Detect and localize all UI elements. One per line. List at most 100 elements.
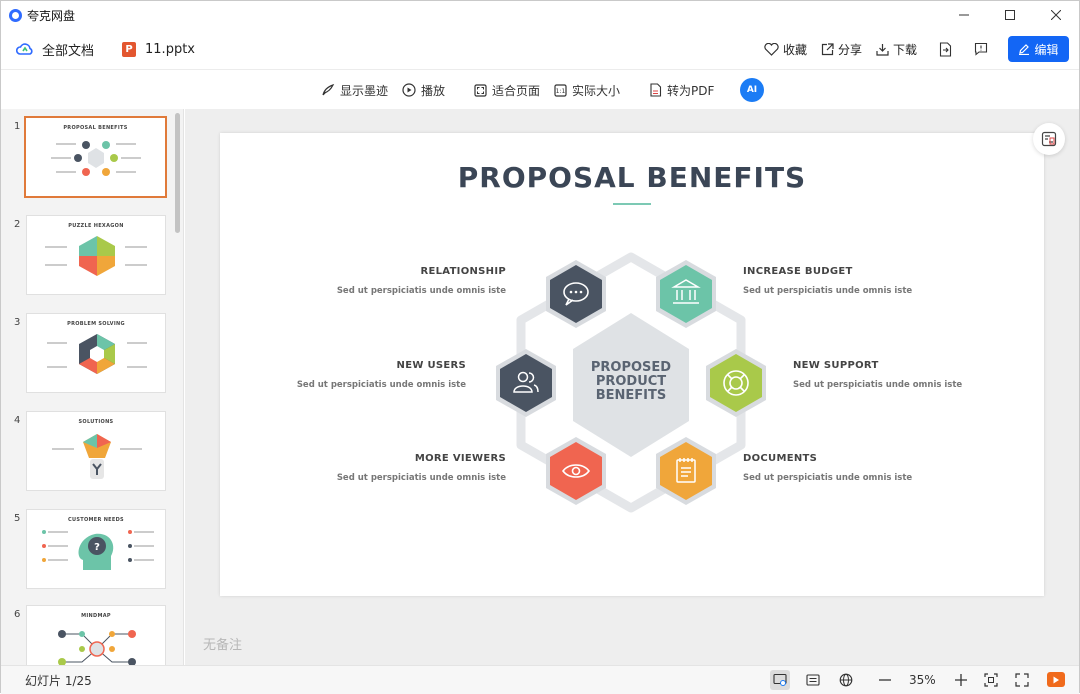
edit-button[interactable]: 编辑	[1008, 36, 1069, 62]
thumbnail-image[interactable]: PROBLEM SOLVING	[26, 313, 166, 393]
speaker-notes[interactable]: 无备注	[203, 634, 242, 653]
documents-desc: Sed ut perspiciatis unde omnis iste	[743, 473, 913, 483]
thumbnail-item[interactable]: 4 SOLUTIONS	[1, 411, 176, 495]
svg-text:?: ?	[94, 542, 100, 553]
fullscreen-button[interactable]	[1012, 670, 1032, 690]
sidebar-scrollbar[interactable]	[175, 113, 180, 233]
fit-page-icon	[474, 83, 487, 97]
ink-pen-icon	[322, 83, 335, 96]
fullscreen-icon	[1015, 673, 1029, 687]
maximize-icon	[1005, 10, 1015, 20]
favorite-label: 收藏	[782, 42, 807, 57]
notes-icon	[806, 674, 820, 686]
relationship-desc: Sed ut perspiciatis unde omnis iste	[336, 286, 506, 296]
maximize-button[interactable]	[987, 1, 1033, 29]
more-viewers-title: MORE VIEWERS	[414, 453, 506, 464]
play-button[interactable]: 播放	[402, 70, 445, 110]
new-support-title: NEW SUPPORT	[793, 360, 879, 371]
ai-assistant-button[interactable]: AI	[740, 78, 764, 102]
thumbnail-item[interactable]: 1 PROPOSAL BENEFITS	[1, 116, 176, 201]
thumbnail-graphic	[51, 141, 141, 176]
slideshow-button[interactable]	[1047, 672, 1065, 687]
window-controls	[941, 1, 1079, 29]
slide-counter: 幻灯片 1/25	[25, 674, 92, 688]
thumbnail-item[interactable]: 3 PROBLEM SOLVING	[1, 313, 176, 397]
notes-view-button[interactable]	[803, 670, 823, 690]
zoom-level[interactable]: 35%	[909, 673, 936, 687]
fit-page-label: 适合页面	[492, 83, 541, 98]
zoom-in-button[interactable]	[951, 670, 971, 690]
web-view-button[interactable]	[836, 670, 856, 690]
center-text-line1: PROPOSED	[591, 360, 671, 375]
translate-icon	[1041, 131, 1057, 147]
fit-window-button[interactable]	[981, 670, 1001, 690]
download-icon	[876, 43, 889, 56]
thumbnail-item[interactable]: 5 CUSTOMER NEEDS ?	[1, 509, 176, 593]
all-documents-link[interactable]: 全部文档	[16, 40, 94, 59]
increase-budget-title: INCREASE BUDGET	[743, 266, 853, 277]
minimize-button[interactable]	[941, 1, 987, 29]
all-documents-label: 全部文档	[42, 43, 95, 59]
thumbnail-graphic: ?	[42, 530, 154, 570]
favorite-button[interactable]: 收藏	[764, 41, 807, 58]
title-bar: 夸克网盘	[1, 1, 1079, 29]
export-file-icon	[939, 41, 952, 57]
pptx-file-icon: P	[122, 41, 137, 57]
convert-pdf-button[interactable]: 转为PDF	[649, 70, 714, 110]
plus-icon	[955, 674, 967, 686]
close-button[interactable]	[1033, 1, 1079, 29]
feedback-button[interactable]	[974, 42, 988, 56]
play-label: 播放	[421, 83, 446, 98]
download-label: 下载	[892, 42, 917, 57]
thumbnail-number: 3	[14, 317, 21, 328]
cloud-icon	[16, 43, 33, 55]
normal-view-button[interactable]	[770, 670, 790, 690]
new-users-title: NEW USERS	[396, 360, 466, 371]
status-bar: 幻灯片 1/25 35%	[1, 665, 1079, 694]
thumbnail-image[interactable]: PROPOSAL BENEFITS	[24, 116, 167, 198]
thumbnail-image[interactable]: CUSTOMER NEEDS ?	[26, 509, 166, 589]
app-window: 夸克网盘 全部文档 P 11.pptx 收藏 分享 下载 编辑 显示墨迹 播放 …	[0, 0, 1080, 694]
slide-thumbnails-panel: 1 PROPOSAL BENEFITS 2 PUZZLE HEXAGON 3 P…	[1, 109, 184, 665]
show-ink-button[interactable]: 显示墨迹	[321, 70, 388, 110]
export-button[interactable]	[939, 41, 952, 57]
new-users-desc: Sed ut perspiciatis unde omnis iste	[296, 380, 466, 390]
fit-page-button[interactable]: 适合页面	[474, 70, 540, 110]
thumbnail-image[interactable]: MINDMAP	[26, 605, 166, 665]
more-viewers-desc: Sed ut perspiciatis unde omnis iste	[336, 473, 506, 483]
header-actions: 收藏 分享 下载 编辑	[750, 29, 1069, 69]
viewer-toolbar: 显示墨迹 播放 适合页面 1:1 实际大小 转为PDF AI	[1, 69, 1079, 109]
minimize-icon	[959, 14, 969, 16]
relationship-title: RELATIONSHIP	[420, 266, 506, 277]
heart-icon	[764, 42, 779, 56]
file-tab[interactable]: P 11.pptx	[122, 41, 195, 57]
share-icon	[821, 42, 834, 55]
edit-label: 编辑	[1034, 42, 1059, 57]
current-slide[interactable]: PROPOSAL BENEFITS PROPOSED PRODUCT BENEF…	[220, 133, 1044, 596]
pencil-icon	[1019, 44, 1030, 55]
app-title: 夸克网盘	[27, 8, 76, 23]
actual-size-icon: 1:1	[554, 83, 567, 97]
slide-view-icon	[773, 673, 787, 686]
thumbnail-graphic	[52, 434, 142, 479]
actual-size-button[interactable]: 1:1 实际大小	[554, 70, 620, 110]
thumbnail-number: 4	[14, 415, 21, 426]
zoom-out-button[interactable]	[875, 670, 895, 690]
thumbnail-image[interactable]: SOLUTIONS	[26, 411, 166, 491]
thumbnail-item[interactable]: 6 MINDMAP	[1, 605, 176, 665]
globe-icon	[839, 673, 853, 687]
file-name: 11.pptx	[145, 41, 195, 57]
annotation-panel-button[interactable]	[1033, 123, 1065, 155]
thumbnail-image[interactable]: PUZZLE HEXAGON	[26, 215, 166, 295]
thumbnail-graphic	[45, 236, 147, 276]
download-button[interactable]: 下载	[876, 41, 917, 58]
hexagon-diagram: PROPOSED PRODUCT BENEFITS	[496, 252, 766, 513]
center-text-line3: BENEFITS	[596, 388, 667, 403]
ai-label: AI	[746, 85, 758, 95]
thumbnail-item[interactable]: 2 PUZZLE HEXAGON	[1, 215, 176, 299]
new-support-desc: Sed ut perspiciatis unde omnis iste	[793, 380, 963, 390]
document-header: 全部文档 P 11.pptx 收藏 分享 下载 编辑	[1, 29, 1079, 69]
show-ink-label: 显示墨迹	[340, 83, 389, 98]
thumbnail-graphic	[58, 630, 136, 665]
share-button[interactable]: 分享	[821, 41, 862, 58]
